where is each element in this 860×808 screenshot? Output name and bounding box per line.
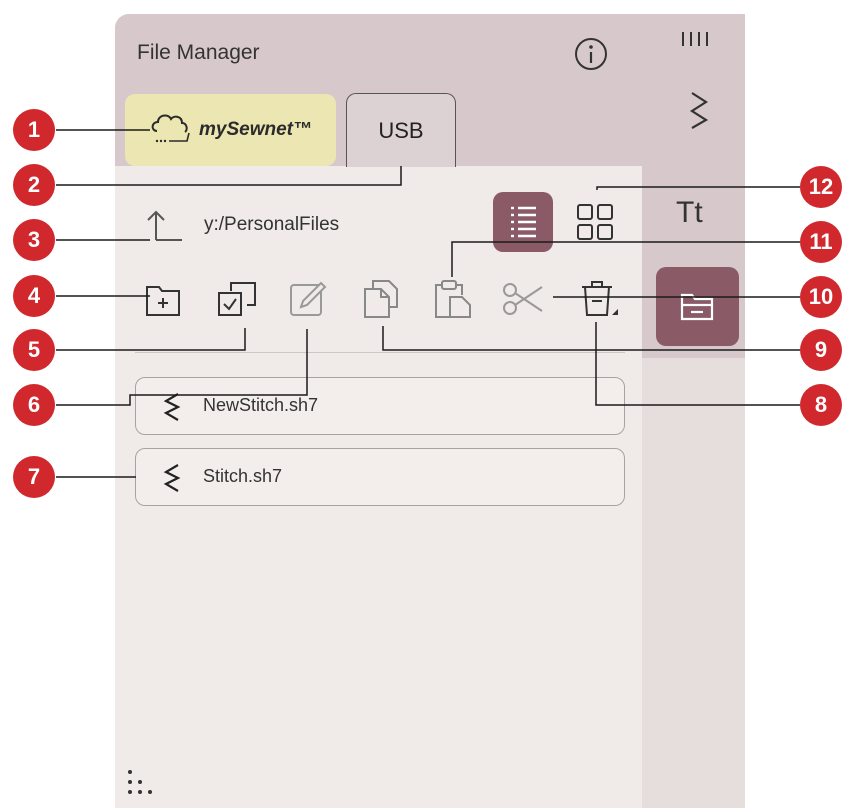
info-icon[interactable] [574, 37, 608, 71]
callout-11: 11 [800, 221, 842, 263]
copy-icon[interactable] [359, 277, 403, 321]
select-multiple-icon[interactable] [215, 277, 259, 321]
current-path: y:/PersonalFiles [204, 214, 340, 235]
file-item[interactable]: Stitch.sh7 [135, 448, 625, 506]
stitch-menu-icon[interactable] [677, 28, 717, 52]
scissors-icon[interactable] [500, 277, 544, 321]
file-manager-button[interactable] [656, 267, 739, 346]
callout-9: 9 [800, 329, 842, 371]
window-title: File Manager [137, 41, 260, 64]
callout-1: 1 [13, 109, 55, 151]
cloud-icon [151, 114, 190, 143]
stitch-icon[interactable] [688, 90, 710, 130]
stitch-icon [163, 464, 181, 492]
callout-4: 4 [13, 275, 55, 317]
tab-mysewnet[interactable]: mySewnet™ [125, 94, 336, 166]
file-item[interactable]: NewStitch.sh7 [135, 377, 625, 435]
callout-6: 6 [13, 384, 55, 426]
callout-12: 12 [800, 166, 842, 208]
paste-icon[interactable] [430, 277, 474, 321]
back-arrow-icon[interactable] [142, 206, 188, 248]
callout-3: 3 [13, 219, 55, 261]
callout-10: 10 [800, 276, 842, 318]
tab-usb-label: USB [378, 117, 424, 143]
grid-view-button[interactable] [565, 192, 625, 252]
callout-5: 5 [13, 329, 55, 371]
tab-mysewnet-label: mySewnet™ [199, 119, 312, 140]
list-view-icon [511, 206, 536, 238]
callout-8: 8 [800, 384, 842, 426]
file-name: Stitch.sh7 [203, 466, 283, 486]
list-view-button[interactable] [493, 192, 553, 252]
new-folder-icon[interactable] [143, 277, 187, 321]
folder-icon [680, 293, 714, 321]
rename-icon[interactable] [287, 277, 331, 321]
file-name: NewStitch.sh7 [203, 395, 319, 415]
text-font-icon[interactable]: Tt [676, 196, 703, 230]
toolbar-divider [135, 352, 625, 353]
callout-2: 2 [13, 164, 55, 206]
drag-handle-icon[interactable] [126, 768, 158, 800]
trash-icon[interactable] [576, 277, 620, 321]
tab-usb[interactable]: USB [346, 93, 456, 167]
grid-view-icon [577, 204, 613, 240]
callout-7: 7 [13, 456, 55, 498]
stitch-icon [163, 393, 181, 421]
